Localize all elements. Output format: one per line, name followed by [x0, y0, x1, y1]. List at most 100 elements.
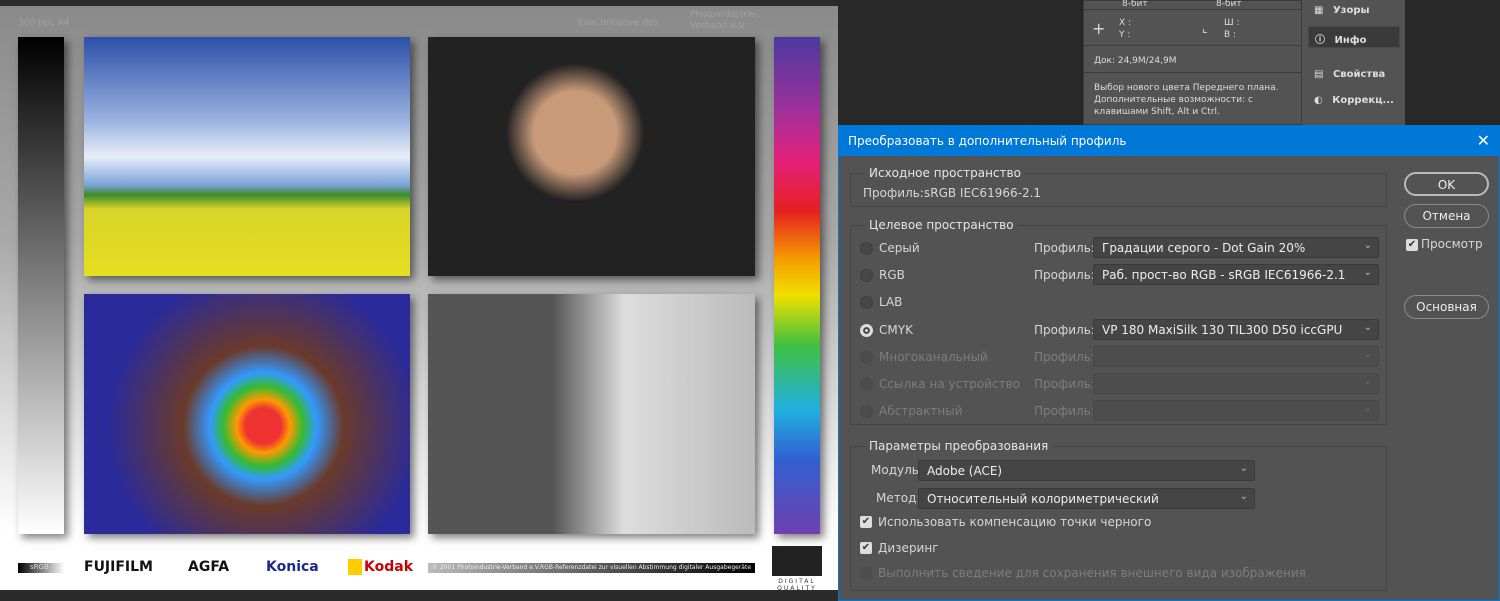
method-value: Относительный колориметрический	[927, 492, 1159, 506]
profile-label: Профиль:	[1034, 268, 1095, 283]
document-canvas[interactable]: 300 ppi, A4 Eine Initiative des Photoind…	[0, 0, 838, 601]
org-line2: Verband e.V.	[690, 21, 747, 31]
srgb-badge: sRGB	[18, 563, 64, 573]
convert-profile-dialog: Преобразовать в дополнительный профиль ✕…	[838, 125, 1500, 601]
chevron-down-icon: ⌄	[1363, 267, 1372, 279]
profile-select[interactable]: VP 180 MaxiSilk 130 TIL300 D50 iccGPU ⌄	[1093, 318, 1379, 340]
color-mode-label: RGB	[879, 268, 905, 283]
konica-logo: Konica	[266, 559, 319, 575]
agfa-logo: AGFA	[188, 559, 230, 575]
profile-select[interactable]: Раб. прост-во RGB - sRGB IEC61966-2.1 ⌄	[1093, 264, 1379, 286]
patterns-icon: ▦	[1314, 5, 1324, 16]
profile-label: Профиль:	[1034, 241, 1095, 255]
width-label: Ш :	[1224, 18, 1240, 28]
target-legend: Целевое пространство	[865, 218, 1018, 232]
dock-properties[interactable]: ▤ Свойства	[1308, 66, 1400, 86]
adjustments-icon: ◐	[1314, 95, 1323, 106]
height-label: В :	[1224, 30, 1237, 40]
color-mode-label: Серый	[879, 241, 920, 255]
initiative-text: Eine Initiative des	[578, 18, 659, 28]
profile-select[interactable]: ⌄	[1093, 400, 1379, 422]
chevron-down-icon: ⌄	[1363, 240, 1372, 251]
dialog-titlebar[interactable]: Преобразовать в дополнительный профиль ✕	[839, 126, 1499, 156]
radio-button[interactable]	[860, 269, 873, 283]
black-point-label: Использовать компенсацию точки черного	[878, 515, 1152, 529]
chevron-down-icon: ⌄	[1239, 463, 1248, 474]
info-icon: ⓘ	[1315, 35, 1325, 46]
module-value: Adobe (ACE)	[927, 464, 1003, 478]
dock-label: Коррекц...	[1332, 95, 1394, 106]
panel-gap	[838, 0, 1083, 125]
chevron-down-icon: ⌄	[1363, 403, 1372, 415]
dock-label: Узоры	[1332, 5, 1370, 16]
crosshair-icon: +	[1092, 19, 1106, 38]
module-select[interactable]: Adobe (ACE) ⌄	[918, 460, 1255, 481]
spectrum-strip	[774, 37, 820, 534]
document-page: 300 ppi, A4 Eine Initiative des Photoind…	[0, 6, 838, 592]
color-mode-label: LAB	[879, 295, 903, 310]
dock-patterns[interactable]: ▦ Узоры	[1308, 2, 1400, 22]
hint-text: Выбор нового цвета Переднего плана. Допо…	[1094, 83, 1279, 117]
chevron-down-icon: ⌄	[1363, 376, 1372, 387]
grayscale-strip	[18, 37, 64, 534]
bit-depth-left: 8-бит	[1122, 0, 1148, 9]
profile-select[interactable]: ⌄	[1093, 345, 1379, 367]
dialog-title: Преобразовать в дополнительный профиль	[848, 134, 1127, 148]
x-label: X :	[1119, 18, 1132, 28]
black-point-checkbox[interactable]: ✔	[860, 516, 872, 528]
fujifilm-logo: FUJIFILM	[84, 559, 153, 575]
radio-button[interactable]	[860, 405, 873, 419]
profile-select[interactable]: ⌄	[1093, 373, 1379, 394]
selection-size-icon: ⌞	[1202, 21, 1208, 35]
chevron-down-icon: ⌄	[1363, 348, 1372, 360]
dock-adjustments[interactable]: ◐ Коррекц...	[1308, 92, 1400, 112]
photo-pinwheels	[84, 294, 410, 534]
source-profile-value: sRGB IEC61966-2.1	[924, 186, 1042, 200]
profile-label: Профиль:	[1034, 349, 1095, 364]
cancel-button[interactable]: Отмена	[1404, 204, 1489, 228]
photo-landscape	[84, 37, 410, 276]
bit-depth-right: 8-бит	[1216, 0, 1242, 9]
flatten-label: Выполнить сведение для сохранения внешне…	[878, 566, 1306, 580]
profile-value: Раб. прост-во RGB - sRGB IEC61966-2.1	[1102, 268, 1346, 283]
radio-button[interactable]	[860, 323, 873, 337]
color-mode-label: Многоканальный	[879, 349, 988, 364]
panel-dock: ▦ Узоры ⓘ Инфо ▤ Свойства ◐ Коррекц...	[1302, 0, 1405, 125]
reference-caption: RGB-Referenzdatei zur visuellen Abstimmu…	[540, 564, 752, 571]
flatten-checkbox[interactable]	[860, 567, 872, 579]
close-icon[interactable]: ✕	[1477, 131, 1490, 150]
radio-button[interactable]	[860, 242, 873, 255]
radio-button[interactable]	[860, 350, 873, 364]
profile-value: VP 180 MaxiSilk 130 TIL300 D50 iccGPU	[1102, 322, 1343, 337]
method-label: Метод:	[876, 491, 921, 505]
radio-button[interactable]	[860, 296, 873, 310]
dither-label: Дизеринг	[878, 541, 939, 555]
advanced-button[interactable]: Основная	[1404, 295, 1489, 319]
dock-label: Свойства	[1332, 69, 1386, 80]
org-line1: Photoindustrie-	[690, 10, 759, 20]
photo-portrait	[428, 37, 755, 276]
radio-button[interactable]	[860, 378, 873, 391]
doc-size: Док: 24,9M/24,9M	[1094, 56, 1177, 66]
preview-checkbox[interactable]: ✔	[1406, 239, 1418, 251]
dither-checkbox[interactable]: ✔	[860, 542, 872, 554]
source-group: Исходное пространство Профиль: sRGB IEC6…	[850, 166, 1387, 207]
chevron-down-icon: ⌄	[1239, 491, 1248, 502]
y-label: Y :	[1119, 30, 1131, 40]
profile-label: Профиль:	[1034, 377, 1095, 391]
conversion-legend: Параметры преобразования	[865, 439, 1053, 453]
reference-bar: © 2001 Photoindustrie-Verband e.V. RGB-R…	[428, 563, 755, 573]
profile-value: Градации серого - Dot Gain 20%	[1102, 241, 1306, 255]
source-legend: Исходное пространство	[865, 166, 1025, 180]
copyright-text: © 2001 Photoindustrie-Verband e.V.	[432, 564, 541, 571]
dock-info[interactable]: ⓘ Инфо	[1308, 26, 1400, 48]
profile-select[interactable]: Градации серого - Dot Gain 20% ⌄	[1093, 237, 1379, 258]
preview-label: Просмотр	[1421, 237, 1483, 251]
ok-button[interactable]: OK	[1404, 172, 1489, 196]
dq-logo: DIGITAL QUALITY	[772, 546, 822, 592]
info-panel: 8-бит 8-бит + X : Y : ⌞ Ш : В : Док: 24,…	[1083, 0, 1303, 125]
photo-colorchart	[428, 294, 755, 534]
color-mode-label: Ссылка на устройство	[879, 377, 1020, 391]
method-select[interactable]: Относительный колориметрический ⌄	[918, 488, 1255, 509]
module-label: Модуль:	[871, 463, 923, 477]
